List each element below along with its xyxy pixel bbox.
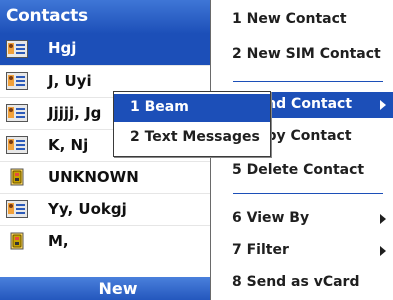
contact-row[interactable]: Hgj xyxy=(0,34,210,66)
contact-name: UNKNOWN xyxy=(48,168,139,186)
submenu-item-text-messages[interactable]: 2 Text Messages xyxy=(114,124,270,152)
contact-row[interactable]: Yy, Uokgj xyxy=(0,194,210,226)
menu-divider xyxy=(233,81,383,82)
menu-item-label: 8 Send as vCard xyxy=(232,274,360,290)
contact-card-icon xyxy=(6,136,28,154)
menu-divider xyxy=(233,193,383,194)
submenu-arrow-icon xyxy=(380,246,386,256)
page-title: Contacts xyxy=(6,6,88,26)
contact-name: K, Nj xyxy=(48,136,89,154)
submenu-item-label: 2 Text Messages xyxy=(130,129,260,145)
menu-item-new-sim-contact[interactable]: 2 New SIM Contact xyxy=(211,42,393,68)
menu-item-view-by[interactable]: 6 View By xyxy=(211,206,393,232)
contact-row[interactable]: M, xyxy=(0,226,210,257)
contact-name: Hgj xyxy=(48,39,77,57)
contact-name: Yy, Uokgj xyxy=(48,200,127,218)
contact-card-icon xyxy=(6,104,28,122)
submenu-arrow-icon xyxy=(380,100,386,110)
contact-card-icon xyxy=(6,72,28,90)
menu-item-send-as-vcard[interactable]: 8 Send as vCard xyxy=(211,270,393,296)
new-softkey[interactable]: New xyxy=(68,279,168,298)
menu-item-label: 7 Filter xyxy=(232,242,289,258)
contact-name: J, Uyi xyxy=(48,72,92,90)
submenu-item-beam[interactable]: 1 Beam xyxy=(114,94,270,122)
menu-item-label: 1 New Contact xyxy=(232,11,347,27)
menu-item-filter[interactable]: 7 Filter xyxy=(211,238,393,264)
sim-contact-icon xyxy=(10,232,24,250)
contact-card-icon xyxy=(6,40,28,58)
menu-item-label: 2 New SIM Contact xyxy=(232,46,381,62)
menu-item-delete-contact[interactable]: 5 Delete Contact xyxy=(211,158,393,184)
sim-contact-icon xyxy=(10,168,24,186)
submenu-item-label: 1 Beam xyxy=(130,99,189,115)
menu-item-new-contact[interactable]: 1 New Contact xyxy=(211,7,393,33)
menu-item-label: 5 Delete Contact xyxy=(232,162,365,178)
contact-name: Jjjjj, Jg xyxy=(48,104,102,122)
softkey-bar: New xyxy=(0,277,210,300)
contact-row[interactable]: UNKNOWN xyxy=(0,162,210,194)
submenu-arrow-icon xyxy=(380,214,386,224)
contact-card-icon xyxy=(6,200,28,218)
menu-item-label: 6 View By xyxy=(232,210,310,226)
contact-name: M, xyxy=(48,232,69,250)
send-submenu: 1 Beam 2 Text Messages xyxy=(113,91,271,157)
